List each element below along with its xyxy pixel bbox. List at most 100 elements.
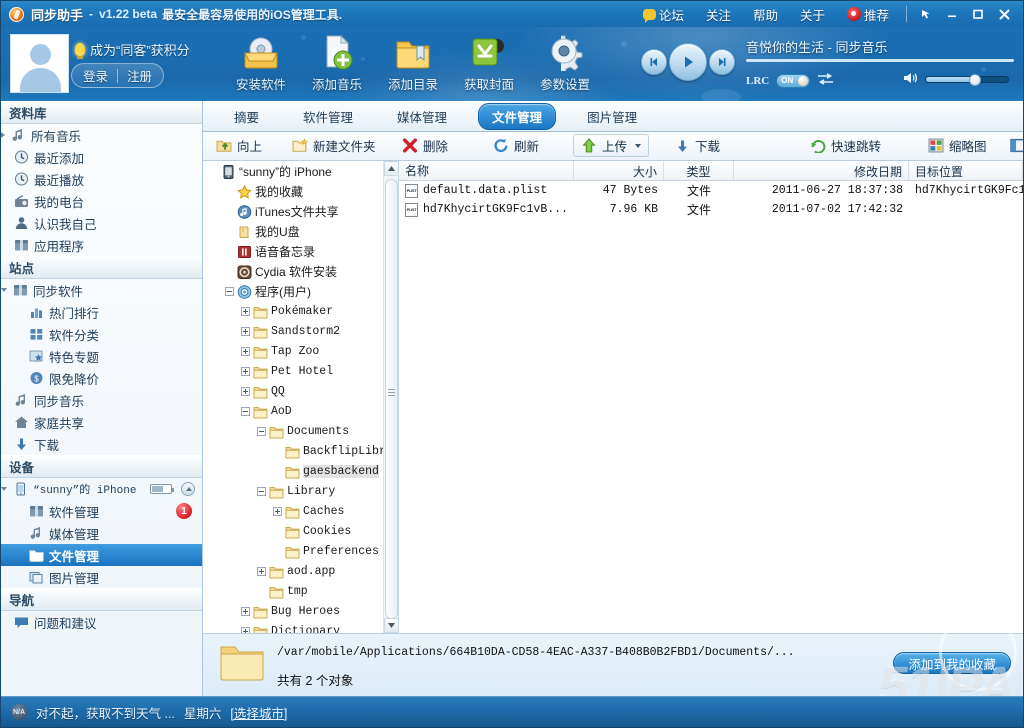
sidebar-item-0-5[interactable]: 应用程序	[1, 234, 202, 256]
add-to-favorites-button[interactable]: 添加到我的收藏	[893, 652, 1011, 674]
repeat-mode-icon[interactable]	[817, 73, 834, 88]
player-progress-bar[interactable]	[746, 59, 1014, 62]
pin-button[interactable]	[913, 4, 939, 24]
tree-node[interactable]: 程序(用户)	[203, 281, 383, 301]
scrollbar-thumb[interactable]	[385, 179, 398, 619]
player-next-button[interactable]	[709, 49, 735, 75]
tree-node[interactable]: aod.app	[203, 561, 383, 581]
sidebar-item-1-6[interactable]: 家庭共享	[1, 411, 202, 433]
maximize-button[interactable]	[965, 4, 991, 24]
avatar[interactable]	[10, 34, 69, 93]
collapse-minus-icon[interactable]	[257, 487, 266, 496]
folder-tree[interactable]: “sunny”的 iPhone我的收藏iTunes文件共享我的U盘语音备忘录Cy…	[203, 161, 383, 633]
expand-plus-icon[interactable]	[241, 347, 250, 356]
tree-node[interactable]: Cookies	[203, 521, 383, 541]
tree-node[interactable]: Documents	[203, 421, 383, 441]
tree-node[interactable]: QQ	[203, 381, 383, 401]
toolbar-button-new-folder[interactable]: 新建文件夹	[285, 134, 383, 157]
sidebar-item-0-0[interactable]: 所有音乐	[1, 124, 202, 146]
close-button[interactable]	[991, 4, 1017, 24]
toolbar-button-delete-x[interactable]: 删除	[395, 134, 455, 157]
titlebar-link-about[interactable]: 关于	[789, 5, 836, 24]
tree-node[interactable]: Caches	[203, 501, 383, 521]
tree-node[interactable]: gaesbackend	[203, 461, 383, 481]
volume-knob[interactable]	[969, 74, 981, 86]
sidebar-item-1-0[interactable]: 同步软件	[1, 279, 202, 301]
collapse-minus-icon[interactable]	[225, 287, 234, 296]
expand-plus-icon[interactable]	[273, 507, 282, 516]
titlebar-link-help[interactable]: 帮助	[742, 5, 789, 24]
titlebar-link-recommend[interactable]: 推荐	[836, 5, 900, 24]
tree-node[interactable]: iTunes文件共享	[203, 201, 383, 221]
sidebar-item-2-4[interactable]: 图片管理	[1, 566, 202, 588]
tree-node[interactable]: Pokémaker	[203, 301, 383, 321]
collapse-minus-icon[interactable]	[241, 407, 250, 416]
header-tool-install-software[interactable]: 安装软件	[223, 33, 299, 93]
expand-plus-icon[interactable]	[241, 387, 250, 396]
scroll-up-button[interactable]	[384, 161, 399, 176]
sidebar-item-0-4[interactable]: 认识我自己	[1, 212, 202, 234]
column-header-name[interactable]: 名称	[399, 161, 574, 180]
table-row[interactable]: hd7KhycirtGK9Fc1vB...7.96 KB文件2011-07-02…	[399, 200, 1023, 219]
sidebar-item-2-1[interactable]: 软件管理1	[1, 500, 202, 522]
header-tool-get-cover[interactable]: 获取封面	[451, 33, 527, 93]
tab-2[interactable]: 媒体管理	[384, 104, 460, 129]
sidebar-item-1-2[interactable]: 软件分类	[1, 323, 202, 345]
toolbar-button-pane-layout[interactable]	[1003, 134, 1024, 157]
tab-3[interactable]: 文件管理	[478, 103, 556, 130]
sidebar-item-1-5[interactable]: 同步音乐	[1, 389, 202, 411]
header-tool-settings[interactable]: 参数设置	[527, 33, 603, 93]
tree-node[interactable]: Tap Zoo	[203, 341, 383, 361]
eject-icon[interactable]	[181, 482, 195, 496]
column-header-type[interactable]: 类型	[664, 161, 734, 180]
select-city-link[interactable]: [选择城市]	[230, 703, 287, 722]
sidebar-item-1-3[interactable]: 特色专题	[1, 345, 202, 367]
tree-node[interactable]: 语音备忘录	[203, 241, 383, 261]
expand-plus-icon[interactable]	[241, 607, 250, 616]
toolbar-button-refresh[interactable]: 刷新	[486, 134, 546, 157]
tree-node[interactable]: Bug Heroes	[203, 601, 383, 621]
player-prev-button[interactable]	[641, 49, 667, 75]
login-button[interactable]: 登录	[74, 64, 117, 87]
tab-4[interactable]: 图片管理	[574, 104, 650, 129]
toolbar-button-upload-arrow[interactable]: 上传	[573, 134, 649, 157]
sidebar-item-2-0[interactable]: “sunny”的 iPhone	[1, 478, 202, 500]
tree-node[interactable]: BackflipLibrary	[203, 441, 383, 461]
sidebar-item-1-4[interactable]: $限免降价	[1, 367, 202, 389]
sidebar-item-0-3[interactable]: 我的电台	[1, 190, 202, 212]
titlebar-link-forum[interactable]: 论坛	[632, 5, 695, 24]
toolbar-button-folder-up[interactable]: 向上	[209, 134, 269, 157]
player-play-button[interactable]	[669, 43, 707, 81]
sidebar-item-3-0[interactable]: 问题和建议	[1, 611, 202, 633]
expand-plus-icon[interactable]	[241, 307, 250, 316]
tree-node[interactable]: Pet Hotel	[203, 361, 383, 381]
sidebar-item-1-7[interactable]: 下载	[1, 433, 202, 455]
tab-0[interactable]: 摘要	[221, 104, 272, 129]
table-row[interactable]: default.data.plist47 Bytes文件2011-06-27 1…	[399, 181, 1023, 200]
tree-node[interactable]: AoD	[203, 401, 383, 421]
header-tool-add-folder[interactable]: 添加目录	[375, 33, 451, 93]
register-button[interactable]: 注册	[118, 64, 161, 87]
sidebar-item-2-3[interactable]: 文件管理	[1, 544, 202, 566]
tree-node[interactable]: Preferences	[203, 541, 383, 561]
tree-node[interactable]: “sunny”的 iPhone	[203, 161, 383, 181]
sidebar-item-0-1[interactable]: 最近添加	[1, 146, 202, 168]
speaker-icon[interactable]	[903, 71, 919, 88]
tree-node[interactable]: tmp	[203, 581, 383, 601]
minimize-button[interactable]	[939, 4, 965, 24]
scroll-down-button[interactable]	[384, 618, 399, 633]
expand-plus-icon[interactable]	[257, 567, 266, 576]
tree-node[interactable]: 我的U盘	[203, 221, 383, 241]
sidebar-item-2-2[interactable]: 媒体管理	[1, 522, 202, 544]
toolbar-button-quick-jump[interactable]: 快速跳转	[803, 134, 888, 157]
file-list-body[interactable]: default.data.plist47 Bytes文件2011-06-27 1…	[399, 181, 1023, 219]
expand-plus-icon[interactable]	[241, 367, 250, 376]
column-header-size[interactable]: 大小	[574, 161, 664, 180]
expand-plus-icon[interactable]	[241, 327, 250, 336]
tab-1[interactable]: 软件管理	[290, 104, 366, 129]
lrc-toggle[interactable]: ON	[776, 74, 810, 88]
column-header-date[interactable]: 修改日期	[734, 161, 909, 180]
volume-slider[interactable]	[925, 76, 1009, 83]
sidebar-item-1-1[interactable]: 热门排行	[1, 301, 202, 323]
toolbar-button-thumbnail[interactable]: 缩略图	[921, 134, 994, 157]
